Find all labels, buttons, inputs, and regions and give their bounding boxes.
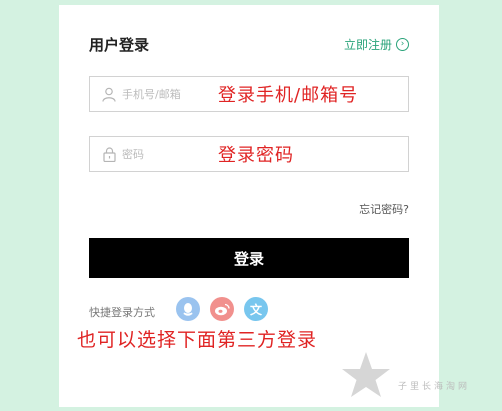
password-annotation: 登录密码 <box>218 145 294 166</box>
account-annotation: 登录手机/邮箱号 <box>218 85 359 106</box>
star-icon <box>340 350 392 404</box>
weibo-icon[interactable] <box>210 297 234 321</box>
lock-icon <box>96 146 122 162</box>
password-input[interactable] <box>122 147 212 161</box>
forgot-password-link[interactable]: 忘记密码? <box>359 201 409 217</box>
account-field[interactable]: 登录手机/邮箱号 <box>89 76 409 112</box>
register-label: 立即注册 <box>343 38 392 52</box>
login-button[interactable]: 登录 <box>89 238 409 278</box>
user-icon <box>96 87 122 102</box>
qq-icon[interactable] <box>176 297 200 321</box>
watermark: 子里长海淘网 <box>340 350 470 404</box>
login-card: 用户登录 立即注册 › 登录手机/邮箱号 登录密码 忘记密码? 登录 快捷登录方… <box>59 5 439 407</box>
third-party-annotation: 也可以选择下面第三方登录 <box>77 329 318 351</box>
wen-icon[interactable]: 文 <box>244 297 268 321</box>
page-title: 用户登录 <box>89 36 150 54</box>
password-field[interactable]: 登录密码 <box>89 136 409 172</box>
account-input[interactable] <box>122 87 212 101</box>
chevron-right-icon: › <box>396 38 409 51</box>
quick-login-label: 快捷登录方式 <box>89 306 155 319</box>
watermark-text: 子里长海淘网 <box>398 381 471 392</box>
register-link[interactable]: 立即注册 › <box>344 36 409 53</box>
